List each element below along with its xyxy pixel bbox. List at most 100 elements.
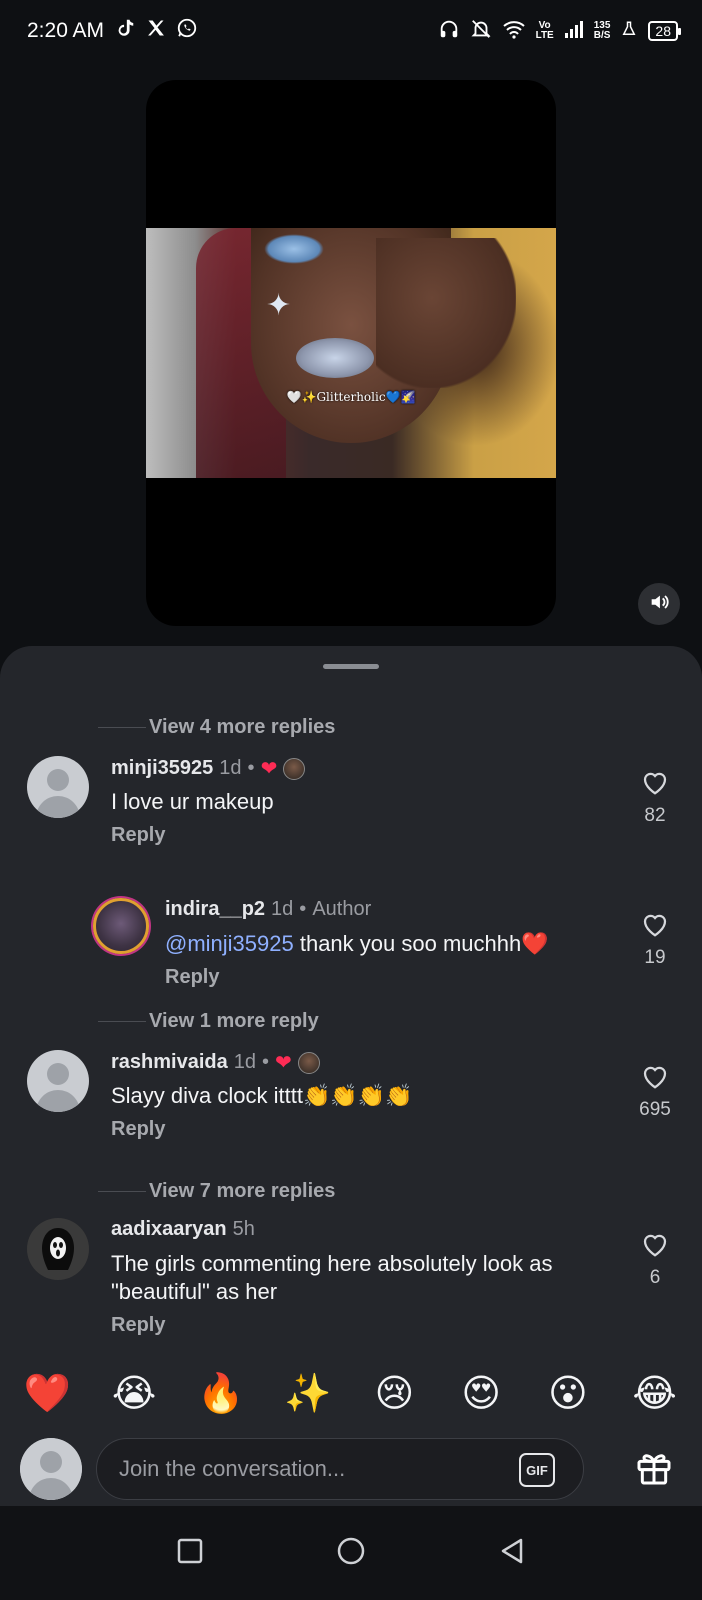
comment-text: Slayy diva clock itttt👏👏👏👏 <box>111 1083 413 1108</box>
x-icon <box>146 18 166 44</box>
video-hand-shape <box>376 238 516 388</box>
reply-button[interactable]: Reply <box>165 966 219 989</box>
heart-outline-icon <box>630 910 680 943</box>
video-eye-shape <box>264 234 324 264</box>
sheet-drag-handle[interactable] <box>323 664 379 669</box>
comment-header: indira__p2 1d • Author <box>165 898 371 921</box>
heart-outline-icon <box>630 768 680 801</box>
comment-text: The girls commenting here absolutely loo… <box>111 1250 552 1306</box>
separator: • <box>299 898 307 920</box>
view-more-label: View 1 more reply <box>149 1010 319 1032</box>
comment-header: rashmivaida 1d • ❤ <box>111 1050 320 1075</box>
reply-button[interactable]: Reply <box>111 1314 165 1337</box>
video-caption: 🤍✨Glitterholic💙🌠 <box>286 390 416 404</box>
ghostface-avatar-icon <box>27 1218 89 1280</box>
like-button[interactable]: 82 <box>630 768 680 827</box>
comment-username[interactable]: rashmivaida <box>111 1051 228 1074</box>
comment-age: 1d <box>271 898 294 920</box>
battery-indicator: 28 <box>648 21 681 41</box>
back-button[interactable] <box>499 1537 525 1570</box>
comment-text-line: "beautiful" as her <box>111 1279 278 1304</box>
divider <box>98 1191 146 1192</box>
comment-age: 1d <box>233 1051 256 1073</box>
avatar[interactable] <box>27 1218 89 1280</box>
video-frame-image: ✦ 🤍✨Glitterholic💙🌠 <box>146 228 556 478</box>
separator: • <box>261 1051 269 1073</box>
creator-mini-avatar <box>297 1051 320 1074</box>
comment-age: 1d <box>219 757 242 779</box>
comment-age: 5h <box>232 1218 255 1240</box>
view-more-label: View 4 more replies <box>149 716 336 738</box>
net-speed-indicator: 135 B/S <box>594 21 611 41</box>
heart-outline-icon <box>630 1230 680 1263</box>
divider <box>98 727 146 728</box>
gif-button[interactable]: GIF <box>519 1453 555 1487</box>
emoji-surprised-button[interactable]: 😮 <box>538 1371 598 1415</box>
gift-button[interactable] <box>632 1448 676 1492</box>
star-sticker-icon: ✦ <box>266 289 292 322</box>
reply-button[interactable]: Reply <box>111 824 165 847</box>
emoji-quick-bar: ❤️ 😭 🔥 ✨ 😢 😍 😮 😂 <box>0 1368 702 1418</box>
view-more-label: View 7 more replies <box>149 1180 336 1202</box>
author-badge: Author <box>312 898 372 920</box>
comment-input[interactable]: Join the conversation... GIF <box>96 1438 584 1500</box>
status-bar-left: 2:20 AM <box>27 17 198 45</box>
home-button[interactable] <box>336 1536 366 1571</box>
wifi-icon <box>502 19 526 44</box>
speaker-icon <box>648 591 670 618</box>
emoji-sparkles-button[interactable]: ✨ <box>278 1371 338 1416</box>
flask-icon <box>620 20 638 43</box>
reply-button[interactable]: Reply <box>111 1118 165 1141</box>
comment-text: @minji35925 thank you soo muchhh❤️ <box>165 930 549 958</box>
emoji-fire-button[interactable]: 🔥 <box>191 1371 251 1416</box>
author-avatar[interactable] <box>93 898 149 954</box>
status-time: 2:20 AM <box>27 19 105 42</box>
comment-username[interactable]: indira__p2 <box>165 898 265 921</box>
signal-icon <box>564 20 584 43</box>
comment-header: aadixaaryan 5h <box>111 1218 255 1241</box>
video-lips-shape <box>296 338 374 378</box>
separator: • <box>247 757 255 779</box>
creator-mini-avatar <box>283 757 306 780</box>
mention-link[interactable]: @minji35925 <box>165 931 294 956</box>
volte-bottom-label: LTE <box>535 30 554 41</box>
view-more-replies-top[interactable]: View 4 more replies <box>98 716 335 739</box>
divider <box>98 1021 146 1022</box>
my-avatar[interactable] <box>20 1438 82 1500</box>
comment-text-line: The girls commenting here absolutely loo… <box>111 1251 553 1276</box>
status-bar-right: Vo LTE 135 B/S 28 <box>438 18 681 45</box>
like-count: 6 <box>649 1267 661 1288</box>
emoji-heart-eyes-button[interactable]: 😍 <box>451 1371 511 1415</box>
comment-username[interactable]: minji35925 <box>111 757 213 780</box>
like-button[interactable]: 695 <box>630 1062 680 1121</box>
video-player[interactable]: ✦ 🤍✨Glitterholic💙🌠 <box>146 80 556 626</box>
recent-apps-button[interactable] <box>177 1538 203 1569</box>
emoji-sad-button[interactable]: 😢 <box>364 1371 424 1415</box>
headset-icon <box>438 18 460 45</box>
heart-outline-icon <box>630 1062 680 1095</box>
emoji-heart-button[interactable]: ❤️ <box>17 1371 77 1416</box>
creator-liked-heart-icon: ❤ <box>260 758 278 780</box>
emoji-crying-button[interactable]: 😭 <box>104 1371 164 1415</box>
comment-text: I love ur makeup <box>111 789 274 814</box>
view-more-replies[interactable]: View 1 more reply <box>98 1010 319 1033</box>
avatar[interactable] <box>27 1050 89 1112</box>
like-count: 19 <box>644 947 666 968</box>
whatsapp-icon <box>176 17 198 45</box>
comment-header: minji35925 1d • ❤ <box>111 756 306 781</box>
tiktok-icon <box>114 17 136 45</box>
volte-indicator: Vo LTE <box>536 21 554 41</box>
gift-icon <box>634 1448 674 1493</box>
comment-input-placeholder: Join the conversation... <box>119 1456 346 1481</box>
status-bar: 2:20 AM Vo LTE 135 B/S 28 <box>0 0 702 62</box>
like-count: 695 <box>639 1099 671 1120</box>
like-button[interactable]: 6 <box>630 1230 680 1289</box>
mute-notification-icon <box>470 18 492 45</box>
volume-button[interactable] <box>638 583 680 625</box>
like-button[interactable]: 19 <box>630 910 680 969</box>
comment-text-body: thank you soo muchhh❤️ <box>293 931 549 956</box>
comment-username[interactable]: aadixaaryan <box>111 1218 227 1241</box>
view-more-replies[interactable]: View 7 more replies <box>98 1180 335 1203</box>
avatar[interactable] <box>27 756 89 818</box>
emoji-laughing-button[interactable]: 😂 <box>625 1371 685 1415</box>
